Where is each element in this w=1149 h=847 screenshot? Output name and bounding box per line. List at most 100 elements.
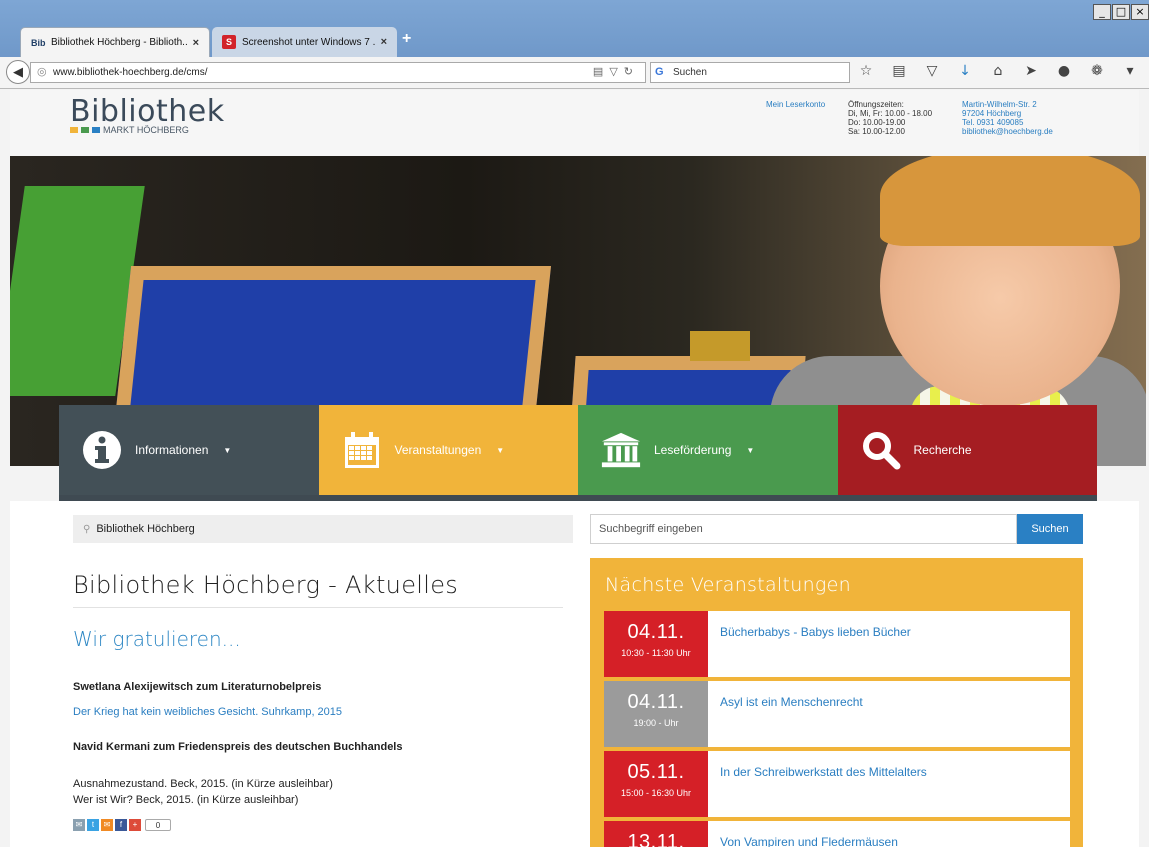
article-title[interactable]: Wir gratulieren... — [73, 627, 241, 651]
maximize-button[interactable]: □ — [1112, 4, 1130, 20]
new-tab-button[interactable]: + — [402, 30, 411, 48]
logo-square-icon — [70, 127, 78, 133]
location-pin-icon: ⚲ — [83, 524, 91, 535]
search-input[interactable]: Suchbegriff eingeben — [590, 514, 1017, 544]
reading-list-icon[interactable]: ▤ — [891, 63, 907, 79]
institution-icon — [600, 429, 642, 471]
minimize-button[interactable]: _ — [1093, 4, 1111, 20]
url-bar[interactable]: ◎ www.bibliothek-hoechberg.de/cms/ ▤▽↻ — [30, 62, 646, 83]
account-link[interactable]: Mein Leserkonto — [766, 100, 825, 109]
main-content: ⚲ Bibliothek Höchberg Bibliothek Höchberg… — [10, 501, 1139, 847]
share-icon[interactable]: ✉ — [73, 819, 85, 831]
url-tools: ▤▽↻ — [593, 63, 639, 82]
event-time: 10:30 - 11:30 Uhr — [621, 648, 691, 658]
tab-close-icon[interactable]: × — [381, 36, 387, 48]
browser-search-bar[interactable]: G Suchen — [650, 62, 850, 83]
address-line: 97204 Höchberg — [962, 109, 1022, 118]
event-date: 04.11. — [627, 621, 685, 643]
facebook-icon[interactable]: f — [115, 819, 127, 831]
event-date: 05.11. — [627, 761, 685, 783]
download-icon[interactable]: ↓ — [957, 63, 973, 79]
logo-square-icon — [92, 127, 100, 133]
twitter-icon[interactable]: t — [87, 819, 99, 831]
event-title[interactable]: In der Schreibwerkstatt des Mittelalters — [720, 765, 927, 779]
event-item[interactable]: 04.11. 19:00 - Uhr Asyl ist ein Menschen… — [604, 681, 1070, 747]
nav-label: Recherche — [913, 443, 972, 457]
close-window-button[interactable]: × — [1131, 4, 1149, 20]
nav-informationen[interactable]: Informationen ▼ — [59, 405, 319, 495]
logo-wordmark: Bibliothek — [70, 94, 225, 129]
event-date: 13.11. — [627, 831, 685, 847]
address-line: Martin-Wilhelm-Str. 2 — [962, 100, 1037, 109]
caret-down-icon: ▼ — [496, 445, 505, 455]
event-title[interactable]: Von Vampiren und Fledermäusen — [720, 835, 898, 847]
nav-veranstaltungen[interactable]: Veranstaltungen ▼ — [318, 405, 578, 495]
event-item[interactable]: 13.11. Von Vampiren und Fledermäusen — [604, 821, 1070, 847]
hero-child-hair — [880, 156, 1140, 246]
search-button[interactable]: Suchen — [1017, 514, 1083, 544]
article-link[interactable]: Der Krieg hat kein weibliches Gesicht. S… — [73, 706, 342, 718]
event-item[interactable]: 05.11. 15:00 - 16:30 Uhr In der Schreibw… — [604, 751, 1070, 817]
hours-line: Sa: 10.00-12.00 — [848, 127, 905, 136]
breadcrumb: ⚲ Bibliothek Höchberg — [73, 515, 573, 543]
event-title[interactable]: Bücherbabys - Babys lieben Bücher — [720, 625, 911, 639]
event-date-box: 13.11. — [604, 821, 708, 847]
tab-close-icon[interactable]: × — [193, 37, 199, 49]
window-controls: _ □ × — [1092, 4, 1149, 22]
dropdown-icon[interactable]: ▾ — [1122, 63, 1138, 79]
tab-title: Screenshot unter Windows 7 ... — [242, 36, 375, 48]
calendar-icon — [341, 429, 383, 471]
browser-navbar: ◀ ◎ www.bibliothek-hoechberg.de/cms/ ▤▽↻… — [0, 57, 1149, 89]
url-text: www.bibliothek-hoechberg.de/cms/ — [53, 67, 208, 78]
caret-down-icon: ▼ — [746, 445, 755, 455]
event-item[interactable]: 04.11. 10:30 - 11:30 Uhr Bücherbabys - B… — [604, 611, 1070, 677]
site-search: Suchbegriff eingeben Suchen — [590, 514, 1083, 544]
events-title: Nächste Veranstaltungen — [605, 574, 851, 596]
extension-icon[interactable]: ❁ — [1089, 63, 1105, 79]
hours-line: Do: 10.00-19.00 — [848, 118, 906, 127]
googleplus-icon[interactable]: + — [129, 819, 141, 831]
back-button[interactable]: ◀ — [6, 60, 30, 84]
email-icon[interactable]: ✉ — [101, 819, 113, 831]
article-line: Ausnahmezustand. Beck, 2015. (in Kürze a… — [73, 778, 333, 790]
email-link[interactable]: bibliothek@hoechberg.de — [962, 127, 1053, 136]
event-date: 04.11. — [627, 691, 685, 713]
share-count: 0 — [145, 819, 171, 831]
tab-bibliothek[interactable]: Bib Bibliothek Höchberg - Biblioth... × — [20, 27, 210, 57]
logo-subtitle-text: MARKT HÖCHBERG — [103, 125, 189, 135]
info-icon — [81, 429, 123, 471]
nav-lesefoerderung[interactable]: Leseförderung ▼ — [578, 405, 838, 495]
site-logo[interactable]: Bibliothek MARKT HÖCHBERG — [70, 94, 225, 135]
search-placeholder: Suchen — [673, 67, 707, 78]
logo-square-icon — [81, 127, 89, 133]
star-icon[interactable]: ☆ — [858, 63, 874, 79]
history-dropdown-icon[interactable]: ▽ — [609, 66, 623, 78]
article-line: Swetlana Alexijewitsch zum Literaturnobe… — [73, 681, 322, 693]
tab-screenshot[interactable]: S Screenshot unter Windows 7 ... × — [212, 27, 397, 57]
pocket-icon[interactable]: ▽ — [924, 63, 940, 79]
site-header: Bibliothek MARKT HÖCHBERG Mein Leserkont… — [10, 90, 1139, 156]
page-title: Bibliothek Höchberg - Aktuelles — [73, 571, 563, 608]
events-panel: Nächste Veranstaltungen 04.11. 10:30 - 1… — [590, 558, 1083, 847]
reader-view-icon[interactable]: ▤ — [593, 66, 609, 78]
article-line: Wer ist Wir? Beck, 2015. (in Kürze ausle… — [73, 794, 299, 806]
caret-down-icon: ▼ — [223, 445, 232, 455]
bibliothek-favicon-icon: Bib — [31, 37, 46, 48]
breadcrumb-home[interactable]: Bibliothek Höchberg — [96, 523, 194, 535]
nav-recherche[interactable]: Recherche — [837, 405, 1097, 495]
hours-line: Di, Mi, Fr: 10.00 - 18.00 — [848, 109, 933, 118]
home-icon[interactable]: ⌂ — [990, 63, 1006, 79]
browser-titlebar: _ □ × Bib Bibliothek Höchberg - Biblioth… — [0, 0, 1149, 58]
search-icon — [860, 429, 902, 471]
event-title[interactable]: Asyl ist ein Menschenrecht — [720, 695, 863, 709]
event-time: 19:00 - Uhr — [633, 718, 679, 728]
opening-hours: Öffnungszeiten: Di, Mi, Fr: 10.00 - 18.0… — [848, 100, 932, 136]
nav-label: Veranstaltungen — [394, 443, 482, 457]
reload-icon[interactable]: ↻ — [624, 66, 639, 78]
chat-icon[interactable]: ● — [1056, 63, 1072, 79]
send-icon[interactable]: ➤ — [1023, 63, 1039, 79]
event-date-box: 04.11. 19:00 - Uhr — [604, 681, 708, 747]
browser-toolbar: ☆ ▤ ▽ ↓ ⌂ ➤ ● ❁ ▾ ☰ — [858, 63, 1149, 79]
globe-icon: ◎ — [37, 66, 47, 78]
nav-label: Informationen — [135, 443, 209, 457]
